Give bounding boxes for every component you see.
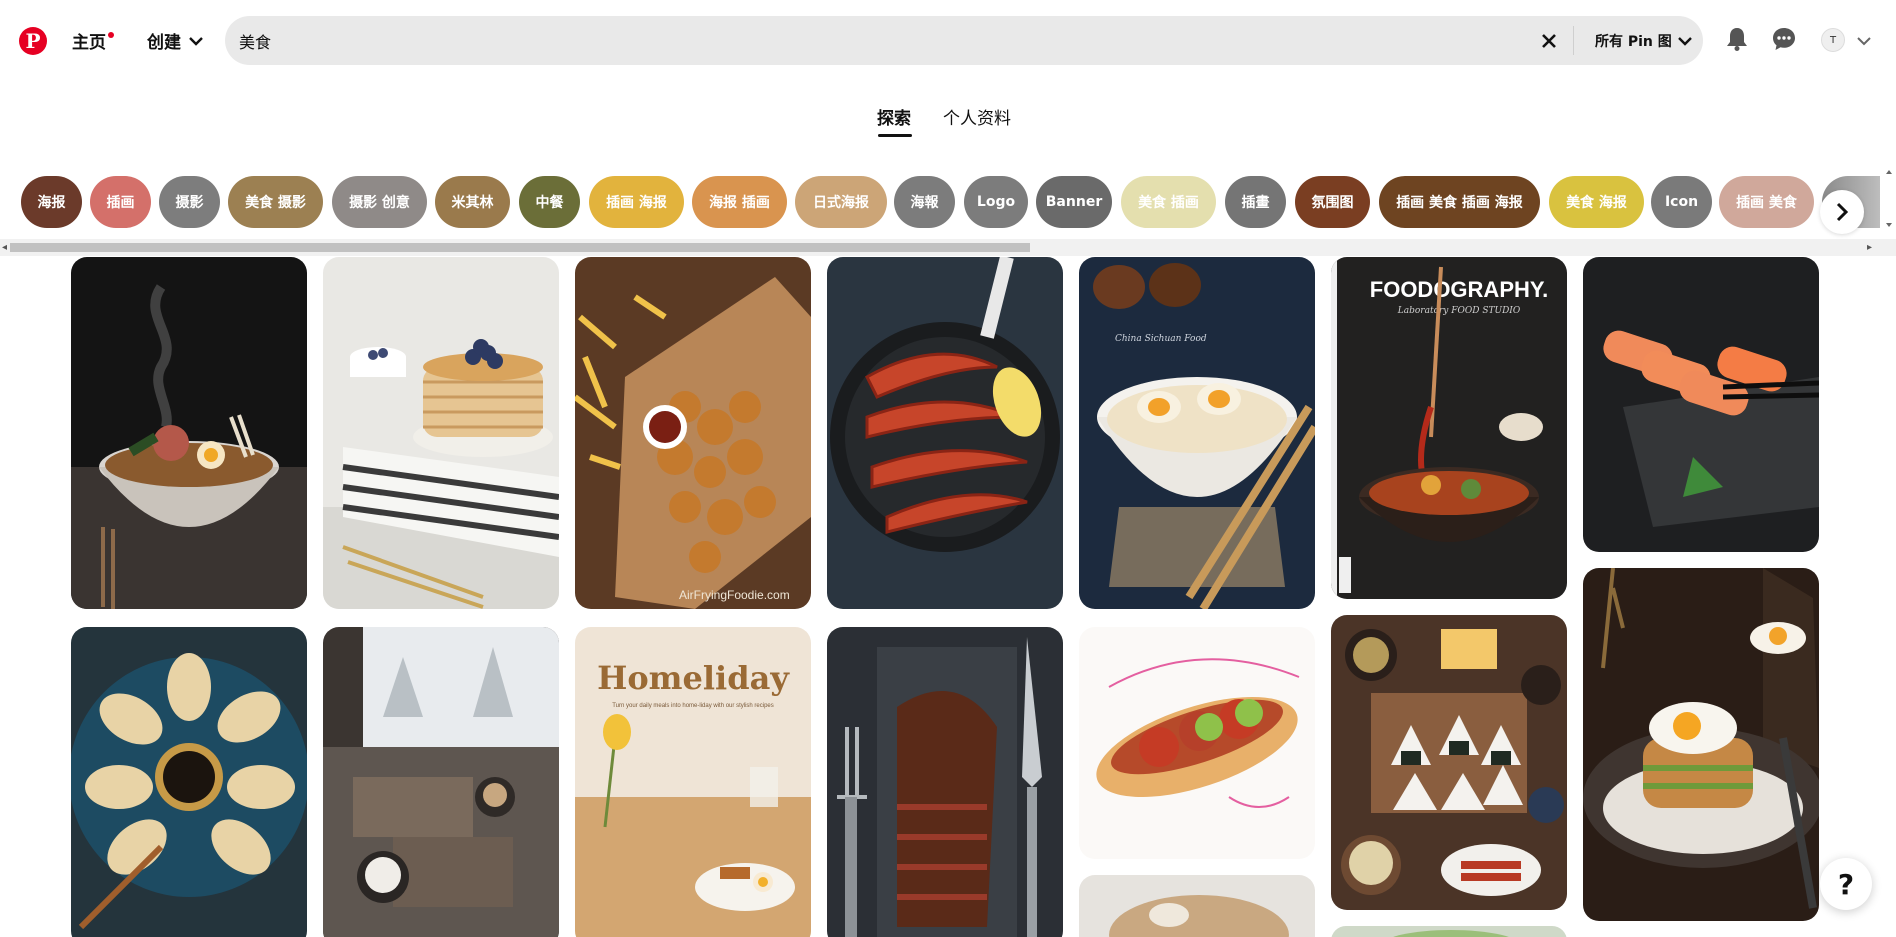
pin-table-snow[interactable] xyxy=(323,627,559,937)
search-scope-label: 所有 Pin 图 xyxy=(1595,33,1672,50)
chip-label: 海报 xyxy=(37,195,66,211)
avatar[interactable]: T xyxy=(1821,28,1845,52)
avatar-initial: T xyxy=(1829,34,1837,46)
chip[interactable]: 插畫 xyxy=(1225,176,1286,228)
chevron-right-icon[interactable] xyxy=(1820,190,1864,234)
nav-create-label: 创建 xyxy=(147,33,181,53)
poster-title: Homeliday xyxy=(597,659,790,697)
pinterest-logo[interactable]: P xyxy=(19,27,47,55)
chip-label: 插画 美食 xyxy=(1736,195,1797,211)
chip-label: 插画 美食 插画 海报 xyxy=(1396,195,1523,211)
pin-japanese-set[interactable] xyxy=(1331,615,1567,910)
pin-homeliday[interactable]: Homeliday Turn your daily meals into hom… xyxy=(575,627,811,937)
pin-noodle-egg[interactable]: China Sichuan Food xyxy=(1079,257,1315,609)
chip-label: 美食 摄影 xyxy=(245,195,306,211)
chip-label: Banner xyxy=(1045,194,1103,210)
chip-label: 插画 xyxy=(106,195,135,211)
profile-tabs: 探索 个人资料 xyxy=(0,100,1896,140)
chip-label: Logo xyxy=(976,194,1016,210)
search-input[interactable] xyxy=(239,16,1539,65)
tab-explore[interactable]: 探索 xyxy=(877,104,911,129)
chip-label: 海报 插画 xyxy=(709,195,770,211)
chip[interactable]: Logo xyxy=(964,176,1028,228)
chip[interactable]: 海报 插画 xyxy=(692,176,787,228)
messages-icon[interactable] xyxy=(1771,26,1797,52)
accounts-chevron-icon[interactable] xyxy=(1857,31,1871,50)
pin-caption: China Sichuan Food xyxy=(1115,334,1207,344)
nav-home-label: 主页 xyxy=(72,33,106,53)
pin-shrimp-pan[interactable] xyxy=(827,257,1063,609)
chip[interactable]: Icon xyxy=(1651,176,1712,228)
poster-title: FOODOGRAPHY. xyxy=(1370,277,1548,302)
chip[interactable]: 摄影 xyxy=(159,176,220,228)
scrollbar-thumb[interactable] xyxy=(10,243,1030,252)
nav-home[interactable]: 主页 xyxy=(72,28,114,53)
pin-partial-1[interactable] xyxy=(1079,875,1315,937)
chip[interactable]: Banner xyxy=(1036,176,1112,228)
chip-label: Icon xyxy=(1664,194,1699,210)
vertical-scrollbar[interactable] xyxy=(1882,166,1896,231)
pin-sandwich-egg[interactable] xyxy=(1583,568,1819,921)
chip-label: 摄影 创意 xyxy=(349,195,410,211)
pin-ramen-bowl[interactable] xyxy=(71,257,307,609)
chip-label: 氛围图 xyxy=(1311,195,1354,211)
chip-label: 米其林 xyxy=(451,195,494,211)
chip-label: 海報 xyxy=(910,195,939,211)
pin-partial-2[interactable] xyxy=(1331,926,1567,937)
active-tab-indicator xyxy=(878,134,912,137)
chip[interactable]: 插画 美食 插画 海报 xyxy=(1379,176,1540,228)
top-bar: P 主页 创建 所有 Pin 图 T xyxy=(0,0,1896,80)
chip-label: 插畫 xyxy=(1241,195,1270,211)
pin-pancakes[interactable] xyxy=(323,257,559,609)
close-icon[interactable] xyxy=(1537,29,1561,53)
pin-fried-chicken[interactable]: AirFryingFoodie.com xyxy=(575,257,811,609)
chip-label: 美食 海报 xyxy=(1566,195,1627,211)
pin-sushi[interactable] xyxy=(1583,257,1819,552)
pin-steak[interactable] xyxy=(827,627,1063,937)
watermark-text: AirFryingFoodie.com xyxy=(679,588,790,602)
help-button[interactable]: ? xyxy=(1820,858,1872,910)
bell-icon[interactable] xyxy=(1724,26,1750,52)
tab-profile[interactable]: 个人资料 xyxy=(943,104,1011,129)
chip-label: 美食 插画 xyxy=(1138,195,1199,211)
search-divider xyxy=(1573,26,1574,55)
chip[interactable]: 氛围图 xyxy=(1295,176,1370,228)
scroll-left-icon[interactable]: ◂ xyxy=(2,242,7,253)
help-icon: ? xyxy=(1837,867,1855,901)
poster-subtitle: Turn your daily meals into home-liday wi… xyxy=(612,703,774,709)
chip[interactable]: 插画 xyxy=(90,176,151,228)
search-bar: 所有 Pin 图 xyxy=(225,16,1703,65)
scroll-right-icon[interactable]: ▸ xyxy=(1867,242,1872,253)
topic-chips: 海报 插画 摄影 美食 摄影 摄影 创意 米其林 中餐 插画 海报 海报 插画 … xyxy=(0,176,1896,229)
chip[interactable]: 摄影 创意 xyxy=(332,176,427,228)
chevron-down-icon xyxy=(1677,36,1692,46)
chip[interactable]: 米其林 xyxy=(435,176,510,228)
poster-subtitle: Laboratory FOOD STUDIO xyxy=(1397,306,1521,316)
chip[interactable]: 中餐 xyxy=(519,176,580,228)
chip-label: 摄影 xyxy=(175,195,204,211)
chip[interactable]: 日式海报 xyxy=(795,176,887,228)
pin-foodography[interactable]: FOODOGRAPHY. Laboratory FOOD STUDIO xyxy=(1331,257,1567,599)
chip[interactable]: 美食 海报 xyxy=(1549,176,1644,228)
pin-hotdog[interactable] xyxy=(1079,627,1315,859)
chip[interactable]: 美食 摄影 xyxy=(228,176,323,228)
chevron-down-icon xyxy=(189,36,203,46)
chip[interactable]: 插画 海报 xyxy=(589,176,684,228)
chip[interactable]: 插画 美食 xyxy=(1719,176,1814,228)
chip-label: 中餐 xyxy=(535,195,564,211)
chip[interactable]: 美食 插画 xyxy=(1121,176,1216,228)
logo-letter: P xyxy=(25,29,41,53)
notification-dot xyxy=(108,32,114,38)
search-scope-dropdown[interactable]: 所有 Pin 图 xyxy=(1595,16,1692,65)
chip[interactable]: 海报 xyxy=(21,176,82,228)
horizontal-scrollbar[interactable]: ◂ ▸ xyxy=(0,239,1896,256)
nav-create[interactable]: 创建 xyxy=(147,28,203,53)
chip[interactable]: 海報 xyxy=(894,176,955,228)
pin-dumplings[interactable] xyxy=(71,627,307,937)
chip-label: 日式海报 xyxy=(813,195,869,211)
chip-label: 插画 海报 xyxy=(606,195,667,211)
